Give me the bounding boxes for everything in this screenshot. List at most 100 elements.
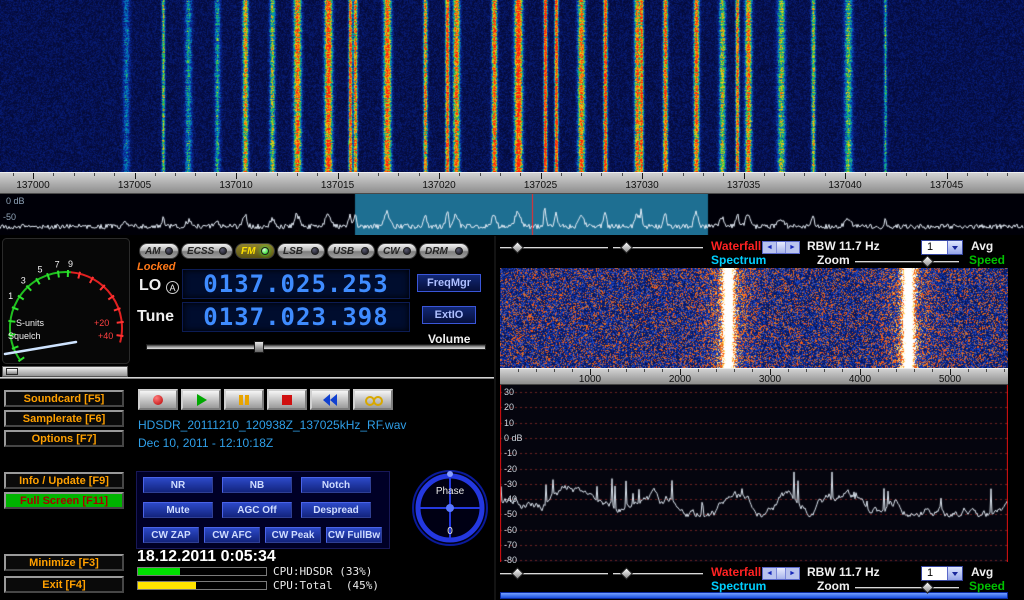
dsp-button-cw-peak[interactable]: CW Peak: [265, 527, 321, 543]
waterfall-position-slider[interactable]: [500, 592, 1008, 599]
dsp-button-agc-off[interactable]: AGC Off: [222, 502, 292, 518]
scroll-right-arrow-bottom[interactable]: ►: [786, 568, 799, 579]
cpu-total-label: CPU:Total (45%): [273, 579, 379, 592]
mode-led-icon: [455, 247, 463, 255]
db-axis-label: -40: [504, 494, 517, 504]
volume-slider-track[interactable]: [146, 344, 486, 350]
ruler-minor-tick: [824, 369, 825, 372]
s-meter-plus20-label: +20: [94, 318, 109, 328]
speed-label-top: Speed: [969, 253, 1005, 267]
mode-button-drm[interactable]: DRM: [419, 243, 469, 259]
side-button-samplerate-f6[interactable]: Samplerate [F6]: [4, 410, 124, 427]
mode-button-am[interactable]: AM: [139, 243, 179, 259]
overview-spectrum-canvas[interactable]: [0, 194, 1024, 235]
wf-contrast-handle-bottom[interactable]: [620, 567, 633, 580]
lock-a-icon[interactable]: A: [166, 281, 179, 294]
zoom-slider-top[interactable]: [855, 261, 959, 263]
volume-slider[interactable]: [146, 341, 486, 353]
zoom-slider-bottom[interactable]: [855, 587, 959, 589]
side-button-exit-f4[interactable]: Exit [F4]: [4, 576, 124, 593]
db-axis-label: -10: [504, 448, 517, 458]
rewind-button[interactable]: [310, 389, 350, 410]
wf-brightness-handle-top[interactable]: [511, 241, 524, 254]
s-meter-scale-number: 9: [68, 259, 73, 269]
mode-button-ecss[interactable]: ECSS: [181, 243, 233, 259]
side-button-minimize-f3[interactable]: Minimize [F3]: [4, 554, 124, 571]
waterfall-label-top[interactable]: Waterfall: [711, 239, 761, 253]
mode-button-lsb[interactable]: LSB: [277, 243, 325, 259]
wf-brightness-handle-bottom[interactable]: [511, 567, 524, 580]
loop-button[interactable]: [353, 389, 393, 410]
dsp-button-cw-fullbw[interactable]: CW FullBw: [326, 527, 382, 543]
avg-label-top: Avg: [971, 239, 993, 253]
tune-frequency-display[interactable]: 0137.023.398: [182, 302, 410, 332]
panel-divider: [494, 236, 496, 600]
rf-spectrum-canvas[interactable]: [500, 385, 1008, 562]
rf-spectrum-display[interactable]: 3020100 dB-10-20-30-40-50-60-70-80: [500, 385, 1008, 562]
side-button-options-f7[interactable]: Options [F7]: [4, 430, 124, 447]
avg-count-select-bottom[interactable]: 1: [921, 566, 963, 581]
ruler-minor-tick: [806, 369, 807, 372]
lo-frequency-display[interactable]: 0137.025.253: [182, 269, 410, 299]
zoom-scrollbar-top[interactable]: ◄►: [762, 241, 800, 254]
dropdown-arrow-icon-bottom[interactable]: [947, 567, 962, 580]
volume-slider-handle[interactable]: [254, 341, 264, 353]
dropdown-arrow-icon-top[interactable]: [947, 241, 962, 254]
zoom-label-bottom: Zoom: [817, 579, 850, 593]
rf-frequency-ruler[interactable]: 10002000300040005000: [500, 368, 1008, 385]
dsp-button-nb[interactable]: NB: [222, 477, 292, 493]
side-button-info-update-f9[interactable]: Info / Update [F9]: [4, 472, 124, 489]
spectrum-label-top[interactable]: Spectrum: [711, 253, 766, 267]
dsp-button-mute[interactable]: Mute: [143, 502, 213, 518]
spectrum-label-bottom[interactable]: Spectrum: [711, 579, 766, 593]
dsp-button-nr[interactable]: NR: [143, 477, 213, 493]
mode-label: LSB: [283, 246, 303, 257]
ruler-minor-tick: [865, 173, 866, 176]
pause-button[interactable]: [224, 389, 264, 410]
main-waterfall-display[interactable]: [0, 0, 1024, 172]
rf-waterfall-display[interactable]: [500, 268, 1008, 368]
mode-button-fm[interactable]: FM: [235, 243, 275, 259]
dsp-button-cw-afc[interactable]: CW AFC: [204, 527, 260, 543]
overview-spectrum-display[interactable]: [0, 194, 1024, 235]
s-meter-scale-number: 3: [21, 275, 26, 285]
ruler-minor-tick: [622, 173, 623, 176]
mode-button-cw[interactable]: CW: [377, 243, 417, 259]
side-button-full-screen-f11[interactable]: Full Screen [F11]: [4, 492, 124, 509]
dsp-button-cw-zap[interactable]: CW ZAP: [143, 527, 199, 543]
record-button[interactable]: [138, 389, 178, 410]
s-meter-plus40-label: +40: [98, 331, 113, 341]
db-axis-label: 10: [504, 418, 514, 428]
scroll-left-arrow-bottom[interactable]: ◄: [763, 568, 776, 579]
side-button-soundcard-f5[interactable]: Soundcard [F5]: [4, 390, 124, 407]
zoom-slider-handle-top[interactable]: [921, 255, 934, 268]
ruler-tick: [439, 173, 440, 179]
cpu-total-fill: [138, 582, 196, 589]
squelch-slider[interactable]: [2, 366, 128, 377]
stop-button[interactable]: [267, 389, 307, 410]
scroll-right-arrow-top[interactable]: ►: [786, 242, 799, 253]
avg-count-value-bottom: 1: [922, 567, 947, 580]
wf-contrast-handle-top[interactable]: [620, 241, 633, 254]
frequency-ruler[interactable]: 1370001370051370101370151370201370251370…: [0, 172, 1024, 194]
squelch-slider-handle[interactable]: [6, 368, 18, 375]
waterfall-label-bottom[interactable]: Waterfall: [711, 565, 761, 579]
play-button[interactable]: [181, 389, 221, 410]
ruler-minor-tick: [572, 369, 573, 372]
ruler-minor-tick: [886, 173, 887, 176]
scrollbar-thumb-top[interactable]: [776, 242, 786, 253]
dsp-button-notch[interactable]: Notch: [301, 477, 371, 493]
tune-label: Tune: [137, 308, 174, 326]
avg-count-select-top[interactable]: 1: [921, 240, 963, 255]
scrollbar-thumb-bottom[interactable]: [776, 568, 786, 579]
extio-button[interactable]: ExtIO: [422, 306, 476, 324]
ruler-tick: [642, 173, 643, 179]
zoom-scrollbar-bottom[interactable]: ◄►: [762, 567, 800, 580]
mode-button-usb[interactable]: USB: [327, 243, 375, 259]
cpu-total-meter: [137, 581, 267, 590]
ruler-minor-tick: [804, 173, 805, 176]
dsp-button-despread[interactable]: Despread: [301, 502, 371, 518]
db-axis-label: -70: [504, 540, 517, 550]
scroll-left-arrow-top[interactable]: ◄: [763, 242, 776, 253]
freqmgr-button[interactable]: FreqMgr: [417, 274, 481, 292]
